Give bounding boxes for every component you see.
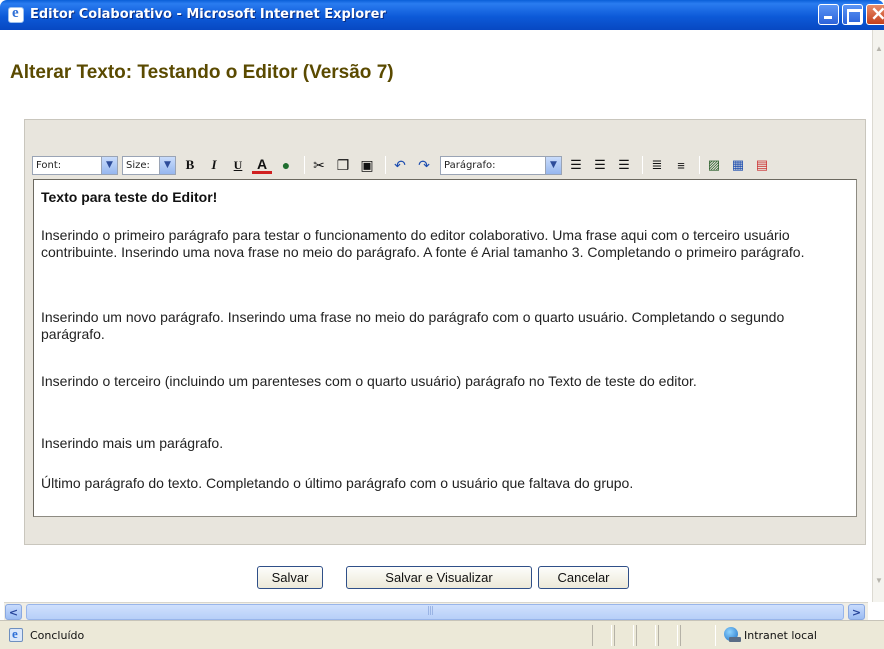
chevron-down-icon: ▼	[545, 156, 561, 174]
close-button[interactable]	[866, 1, 884, 25]
status-cell	[614, 625, 634, 646]
editor-frame: Font: ▼ Size: ▼ B I U A ● ✂ ❐ ▣ ↶ ↷ Pará…	[24, 119, 866, 545]
intranet-zone-icon	[723, 627, 741, 643]
action-buttons: Salvar Salvar e Visualizar Cancelar	[4, 566, 872, 590]
chevron-down-icon: ▼	[159, 156, 175, 174]
font-select-label: Font:	[36, 159, 62, 171]
toolbar-divider	[385, 156, 386, 174]
toolbar-divider	[642, 156, 643, 174]
status-cell	[680, 625, 716, 646]
unordered-list-icon[interactable]: ≡	[671, 155, 691, 175]
vertical-scrollbar[interactable]: ▲ ▼	[872, 30, 884, 602]
document-paragraph: Último parágrafo do texto. Completando o…	[41, 475, 634, 491]
maximize-button[interactable]	[842, 4, 863, 25]
insert-table-icon[interactable]: ▦	[728, 155, 748, 175]
editor-toolbar: Font: ▼ Size: ▼ B I U A ● ✂ ❐ ▣ ↶ ↷ Pará…	[32, 152, 860, 178]
security-zone-label: Intranet local	[744, 629, 817, 642]
document-paragraph: Inserindo um novo parágrafo. Inserindo u…	[41, 309, 785, 342]
page-title: Alterar Texto: Testando o Editor (Versão…	[10, 62, 394, 83]
editor-text-area[interactable]: Texto para teste do Editor! Inserindo o …	[33, 179, 857, 517]
cut-icon[interactable]: ✂	[309, 155, 329, 175]
save-button[interactable]: Salvar	[257, 566, 323, 589]
title-bar[interactable]: Editor Colaborativo - Microsoft Internet…	[0, 0, 884, 30]
window-title: Editor Colaborativo - Microsoft Internet…	[30, 7, 386, 22]
align-center-icon[interactable]: ☰	[590, 155, 610, 175]
document-heading: Texto para teste do Editor!	[41, 189, 218, 205]
italic-icon[interactable]: I	[204, 155, 224, 175]
page-content: Alterar Texto: Testando o Editor (Versão…	[4, 30, 872, 602]
underline-icon[interactable]: U	[228, 155, 248, 175]
scrollbar-thumb[interactable]	[26, 604, 844, 620]
ordered-list-icon[interactable]: ≣	[647, 155, 667, 175]
toolbar-divider	[304, 156, 305, 174]
document-paragraph: Inserindo o terceiro (incluindo um paren…	[41, 373, 697, 389]
font-color-icon[interactable]: A	[252, 156, 272, 174]
redo-icon[interactable]: ↷	[414, 155, 434, 175]
scroll-up-icon[interactable]: ▲	[873, 44, 884, 56]
status-cell	[658, 625, 678, 646]
status-cell	[592, 625, 612, 646]
size-select[interactable]: Size: ▼	[122, 155, 176, 175]
undo-icon[interactable]: ↶	[390, 155, 410, 175]
font-select[interactable]: Font: ▼	[32, 155, 118, 175]
horizontal-scrollbar[interactable]: < >	[4, 602, 868, 620]
paragraph-style-select[interactable]: Parágrafo: ▼	[440, 155, 562, 175]
page-done-icon	[9, 626, 23, 642]
insert-chart-icon[interactable]: ▤	[752, 155, 772, 175]
insert-image-icon[interactable]: ▨	[704, 155, 724, 175]
scroll-left-icon[interactable]: <	[5, 604, 22, 620]
chevron-down-icon: ▼	[101, 156, 117, 174]
scroll-down-icon[interactable]: ▼	[873, 576, 884, 588]
status-text: Concluído	[30, 629, 85, 642]
highlight-color-icon[interactable]: ●	[276, 155, 296, 175]
document-paragraph: Inserindo mais um parágrafo.	[41, 435, 224, 451]
cancel-button[interactable]: Cancelar	[538, 566, 629, 589]
save-and-view-button[interactable]: Salvar e Visualizar	[346, 566, 532, 589]
toolbar-divider	[699, 156, 700, 174]
paste-icon[interactable]: ▣	[357, 155, 377, 175]
copy-icon[interactable]: ❐	[333, 155, 353, 175]
status-bar: Concluído Intranet local	[0, 620, 884, 649]
size-select-label: Size:	[126, 159, 150, 171]
status-cell	[636, 625, 656, 646]
scroll-right-icon[interactable]: >	[848, 604, 865, 620]
align-left-icon[interactable]: ☰	[566, 155, 586, 175]
ie-icon	[8, 5, 24, 23]
paragraph-select-label: Parágrafo:	[444, 159, 496, 171]
bold-icon[interactable]: B	[180, 155, 200, 175]
align-right-icon[interactable]: ☰	[614, 155, 634, 175]
document-paragraph: Inserindo o primeiro parágrafo para test…	[41, 227, 805, 260]
minimize-button[interactable]	[818, 4, 839, 25]
